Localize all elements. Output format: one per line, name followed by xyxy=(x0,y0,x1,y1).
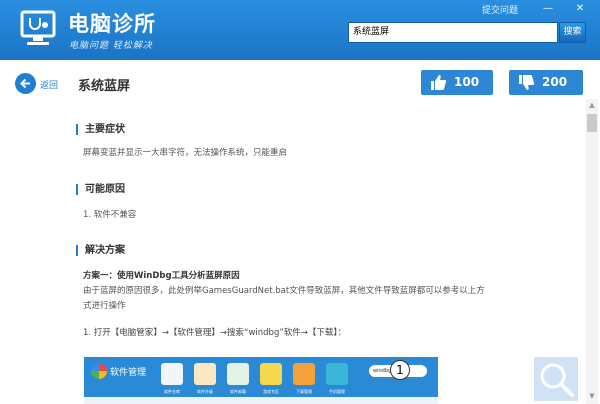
dislike-count: 200 xyxy=(542,75,568,89)
step-one-text: 1. 打开【电脑管家】→【软件管理】→搜索“windbg”软件→【下载】： xyxy=(83,328,347,338)
plan-title: 方案一：使用WinDbg工具分析蓝屏原因 xyxy=(83,271,240,281)
monitor-stethoscope-icon xyxy=(20,10,56,45)
software-store-icon xyxy=(161,363,183,385)
like-button[interactable]: 100 xyxy=(421,70,493,95)
scroll-down-arrow-icon[interactable]: ▼ xyxy=(586,390,598,402)
tile-label: 软件升级 xyxy=(197,389,213,394)
screenshot-bottom-bar xyxy=(84,397,438,404)
vertical-scrollbar[interactable] xyxy=(586,99,598,404)
game-zone-icon xyxy=(260,363,282,385)
article-content: 主要症状 屏幕变蓝并显示一大串字符，无法操作系统，只能重启 可能原因 1. 软件… xyxy=(76,105,576,404)
title-bar: 电脑诊所 电脑问题 轻松解决 提交问题 — ✕ 系统蓝屏 搜索 xyxy=(0,0,600,60)
tile-label: 游戏专区 xyxy=(263,389,279,394)
magnifier-icon xyxy=(540,363,574,397)
software-manager-logo-icon xyxy=(91,363,107,379)
app-slogan: 电脑问题 轻松解决 xyxy=(69,41,153,51)
tile-label: 手机管理 xyxy=(329,389,345,394)
thumbs-up-icon xyxy=(431,75,447,90)
download-manager-icon xyxy=(293,363,315,385)
software-upgrade-icon xyxy=(194,363,216,385)
tile-label: 软件仓库 xyxy=(164,389,180,394)
cause-heading: 可能原因 xyxy=(76,184,125,195)
plan-text-line2: 式进行操作 xyxy=(83,301,126,311)
search-button[interactable]: 搜索 xyxy=(559,22,586,43)
solution-heading: 解决方案 xyxy=(76,245,125,256)
submit-question-link[interactable]: 提交问题 xyxy=(482,3,518,16)
scrollbar-thumb[interactable] xyxy=(587,114,597,132)
tile-label: 下载管理 xyxy=(296,389,312,394)
search-input[interactable]: 系统蓝屏 xyxy=(348,22,558,43)
step-marker: 1 xyxy=(390,360,410,380)
zoom-button[interactable] xyxy=(534,357,578,401)
scroll-up-arrow-icon[interactable]: ▲ xyxy=(586,99,598,111)
plan-text-line1: 由于蓝屏的原因很多，此处例举GamesGuardNet.bat文件导致蓝屏，其他… xyxy=(83,286,485,296)
like-count: 100 xyxy=(454,75,480,89)
dislike-button[interactable]: 200 xyxy=(509,70,583,95)
minimize-button[interactable]: — xyxy=(541,3,555,15)
tile-label: 软件卸载 xyxy=(230,389,246,394)
page-title: 系统蓝屏 xyxy=(78,79,131,94)
tutorial-screenshot: 软件管理 软件仓库 软件升级 软件卸载 游戏专区 下载管理 手机管理 windb… xyxy=(84,357,438,404)
app-title: 电脑诊所 xyxy=(68,12,156,36)
symptom-text: 屏幕变蓝并显示一大串字符，无法操作系统，只能重启 xyxy=(83,148,288,158)
back-button[interactable] xyxy=(15,73,36,94)
screenshot-title: 软件管理 xyxy=(110,368,147,378)
arrow-left-icon xyxy=(20,78,30,89)
close-button[interactable]: ✕ xyxy=(573,3,587,15)
cause-text: 1. 软件不兼容 xyxy=(83,210,137,220)
phone-manager-icon xyxy=(326,363,348,385)
thumbs-down-icon xyxy=(519,75,535,90)
recycle-bin-icon xyxy=(227,363,249,385)
back-link[interactable]: 返回 xyxy=(40,78,58,91)
symptom-heading: 主要症状 xyxy=(76,124,125,135)
